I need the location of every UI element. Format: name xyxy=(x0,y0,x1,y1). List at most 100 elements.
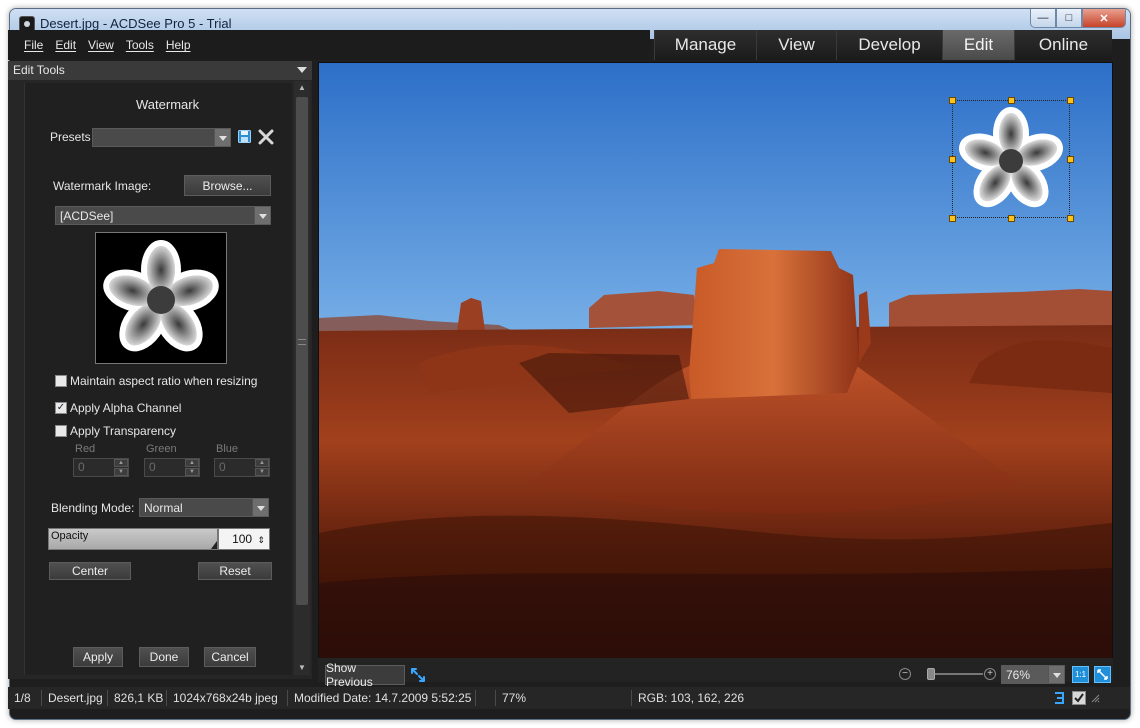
zoom-in-icon[interactable]: + xyxy=(984,668,996,680)
resize-handle-r[interactable] xyxy=(1067,156,1074,163)
delete-preset-icon[interactable] xyxy=(258,129,274,145)
blue-label: Blue xyxy=(216,443,239,455)
green-value: 0 xyxy=(149,460,156,474)
scroll-down-icon[interactable]: ▼ xyxy=(294,661,310,675)
tab-view[interactable]: View xyxy=(756,30,836,60)
resize-handle-b[interactable] xyxy=(1008,215,1015,222)
menu-file[interactable]: File xyxy=(24,38,43,52)
opacity-value: 100 xyxy=(232,532,253,546)
panel-scrollbar[interactable]: ▲ ▼ xyxy=(294,81,310,675)
zoom-slider-track[interactable] xyxy=(927,673,983,675)
status-zoom: 77% xyxy=(496,690,632,706)
opacity-label: Opacity xyxy=(51,530,89,542)
status-dimensions: 1024x768x24b jpeg xyxy=(167,690,288,706)
reset-button[interactable]: Reset xyxy=(198,562,272,580)
chevron-up-icon[interactable]: ▲ xyxy=(255,459,269,467)
resize-handle-tl[interactable] xyxy=(949,97,956,104)
menu-tools[interactable]: Tools xyxy=(126,38,154,52)
apply-alpha-checkbox[interactable]: ✓ xyxy=(55,402,67,414)
status-empty-segment xyxy=(476,690,496,706)
chevron-down-icon[interactable]: ▼ xyxy=(185,468,199,476)
status-bar: 1/8 Desert.jpg 826,1 KB 1024x768x24b jpe… xyxy=(8,687,1130,709)
browse-button[interactable]: Browse... xyxy=(184,175,271,196)
scrollbar-thumb[interactable] xyxy=(296,97,308,605)
edit-tools-header[interactable]: Edit Tools xyxy=(8,61,312,80)
watermark-bounding-box[interactable] xyxy=(952,100,1070,218)
tab-online[interactable]: Online xyxy=(1014,30,1112,60)
actual-size-label: 1:1 xyxy=(1074,670,1087,679)
menu-help[interactable]: Help xyxy=(166,38,191,52)
red-stepper[interactable]: 0 ▲ ▼ xyxy=(73,458,129,477)
blue-stepper[interactable]: 0 ▲ ▼ xyxy=(214,458,270,477)
opacity-slider[interactable]: Opacity xyxy=(48,528,218,550)
save-preset-icon[interactable] xyxy=(238,130,251,143)
zoom-out-icon[interactable]: − xyxy=(899,668,911,680)
up-down-icon[interactable]: ⇕ xyxy=(257,535,265,545)
asterisk-flower-icon xyxy=(103,240,219,352)
blending-mode-label: Blending Mode: xyxy=(51,501,135,515)
resize-handle-br[interactable] xyxy=(1067,215,1074,222)
blue-value: 0 xyxy=(219,460,226,474)
expand-arrows-icon[interactable] xyxy=(410,667,426,683)
menu-bar: File Edit View Tools Help xyxy=(8,30,650,60)
fit-arrows-icon xyxy=(1097,669,1108,680)
show-previous-button[interactable]: Show Previous xyxy=(325,661,405,689)
presets-dropdown[interactable] xyxy=(92,128,231,147)
apply-transparency-label: Apply Transparency xyxy=(70,424,177,438)
menu-edit[interactable]: Edit xyxy=(55,38,76,52)
scroll-up-icon[interactable]: ▲ xyxy=(294,81,310,95)
red-label: Red xyxy=(75,443,96,455)
chevron-down-icon[interactable]: ▼ xyxy=(255,468,269,476)
apply-button[interactable]: Apply xyxy=(73,647,123,667)
chevron-down-icon[interactable]: ▼ xyxy=(114,468,128,476)
chevron-up-icon[interactable]: ▲ xyxy=(185,459,199,467)
mode-tabs: Manage View Develop Edit Online xyxy=(654,30,1112,60)
watermark-preview xyxy=(95,232,227,364)
chevron-down-icon xyxy=(1048,666,1064,683)
zoom-value: 76% xyxy=(1006,668,1031,682)
red-value: 0 xyxy=(78,460,85,474)
status-modified-date: Modified Date: 14.7.2009 5:52:25 xyxy=(288,690,476,706)
chevron-down-icon xyxy=(254,207,270,224)
resize-handle-tr[interactable] xyxy=(1067,97,1074,104)
three-icon[interactable] xyxy=(1052,691,1066,705)
tab-edit[interactable]: Edit xyxy=(942,30,1014,60)
menu-view[interactable]: View xyxy=(88,38,114,52)
green-stepper[interactable]: 0 ▲ ▼ xyxy=(144,458,200,477)
maximize-button[interactable]: □ xyxy=(1056,9,1082,28)
presets-label: Presets xyxy=(50,130,91,144)
maintain-aspect-checkbox[interactable] xyxy=(55,375,67,387)
blending-mode-value: Normal xyxy=(144,501,183,515)
checkmark-icon[interactable] xyxy=(1072,691,1086,705)
minimize-button[interactable]: — xyxy=(1030,9,1056,28)
resize-handle-t[interactable] xyxy=(1008,97,1015,104)
cancel-button[interactable]: Cancel xyxy=(204,647,256,667)
zoom-dropdown[interactable]: 76% xyxy=(1001,665,1065,684)
tab-manage[interactable]: Manage xyxy=(654,30,756,60)
chevron-down-icon[interactable] xyxy=(297,67,307,73)
zoom-slider-knob[interactable] xyxy=(927,668,935,680)
scroll-grip-icon xyxy=(298,339,306,345)
status-position: 1/8 xyxy=(8,690,42,706)
status-filesize: 826,1 KB xyxy=(108,690,167,706)
caption-buttons: — □ ✕ xyxy=(1030,9,1126,29)
resize-handle-bl[interactable] xyxy=(949,215,956,222)
watermark-source-value: [ACDSee] xyxy=(60,209,114,223)
edit-tools-header-label: Edit Tools xyxy=(13,63,65,77)
status-filename: Desert.jpg xyxy=(42,690,108,706)
done-button[interactable]: Done xyxy=(139,647,189,667)
chevron-up-icon[interactable]: ▲ xyxy=(114,459,128,467)
apply-transparency-checkbox[interactable] xyxy=(55,425,67,437)
watermark-source-dropdown[interactable]: [ACDSee] xyxy=(55,206,271,225)
resize-grip-icon[interactable] xyxy=(1090,693,1100,703)
window-title: Desert.jpg - ACDSee Pro 5 - Trial xyxy=(40,16,232,31)
tab-develop[interactable]: Develop xyxy=(836,30,942,60)
close-button[interactable]: ✕ xyxy=(1082,9,1126,28)
resize-handle-l[interactable] xyxy=(949,156,956,163)
blending-mode-dropdown[interactable]: Normal xyxy=(139,498,269,517)
actual-size-button[interactable]: 1:1 xyxy=(1072,666,1089,683)
chevron-down-icon xyxy=(214,129,230,146)
fit-image-button[interactable] xyxy=(1094,666,1111,683)
opacity-input[interactable]: 100 ⇕ xyxy=(218,528,270,550)
center-button[interactable]: Center xyxy=(49,562,131,580)
